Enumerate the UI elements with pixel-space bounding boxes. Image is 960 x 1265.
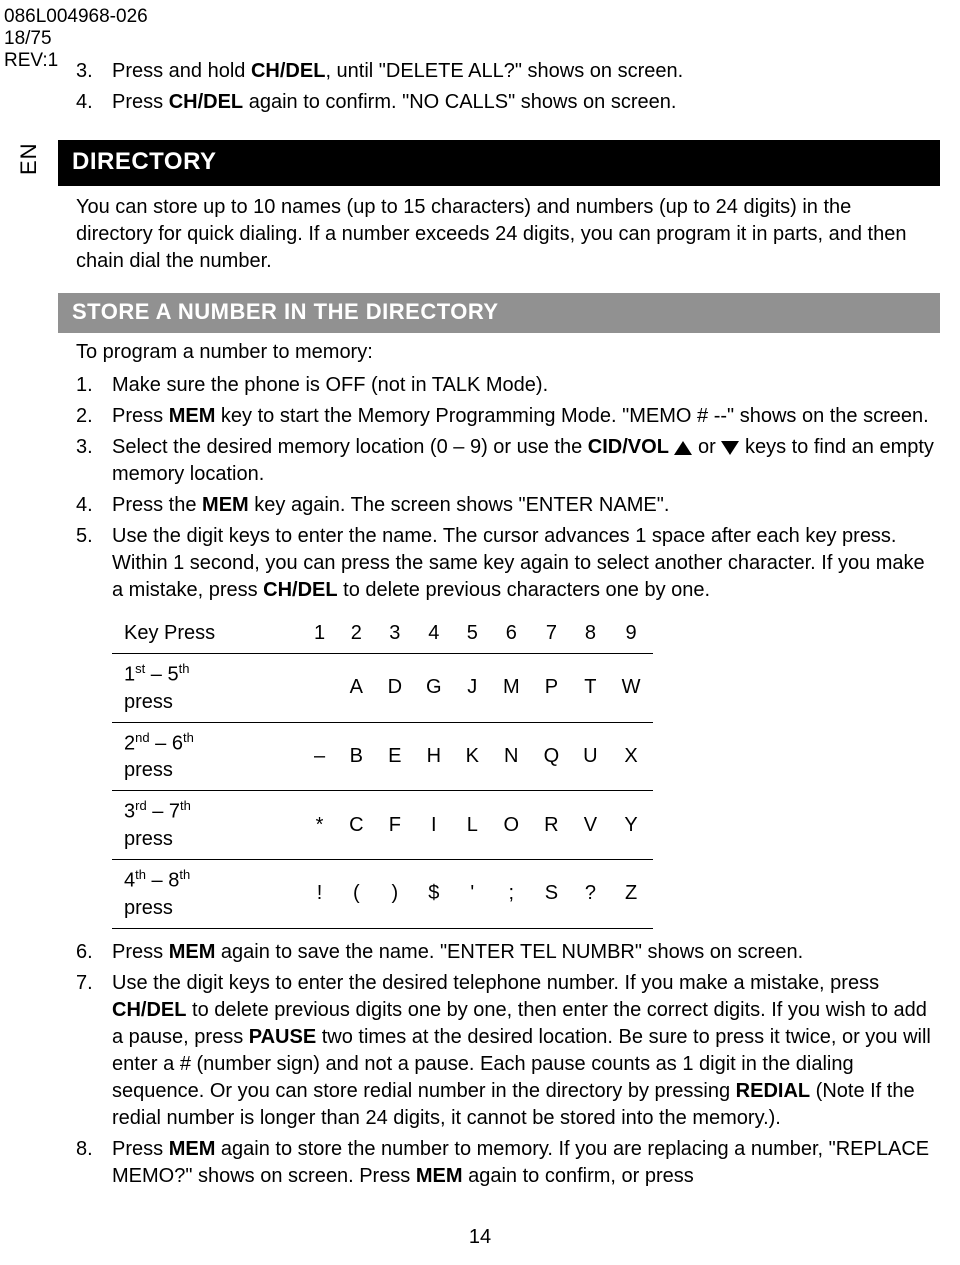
table-header-key: 5 (454, 614, 491, 654)
intro-steps: 3.Press and hold CH/DEL, until "DELETE A… (76, 58, 940, 116)
char-cell: ) (376, 860, 414, 929)
char-cell: $ (414, 860, 454, 929)
char-cell: J (454, 654, 491, 723)
step-number: 1. (76, 372, 112, 399)
step-number: 7. (76, 970, 112, 1132)
page-content: 3.Press and hold CH/DEL, until "DELETE A… (58, 58, 940, 1194)
directory-intro: You can store up to 10 names (up to 15 c… (76, 194, 922, 275)
triangle-down-icon (721, 441, 739, 455)
list-item: 4.Press the MEM key again. The screen sh… (76, 492, 940, 519)
step-text: Press the MEM key again. The screen show… (112, 492, 940, 519)
list-item: 5.Use the digit keys to enter the name. … (76, 523, 940, 604)
step-text: Make sure the phone is OFF (not in TALK … (112, 372, 940, 399)
list-item: 3.Select the desired memory location (0 … (76, 434, 940, 488)
step-number: 4. (76, 89, 112, 116)
char-cell: ; (491, 860, 532, 929)
triangle-up-icon (674, 441, 692, 455)
table-header-key: 8 (571, 614, 609, 654)
char-cell: O (491, 791, 532, 860)
table-row: 4th – 8th press!()$';S?Z (112, 860, 653, 929)
table-header-label: Key Press (112, 614, 302, 654)
doc-code: 086L004968-026 (4, 6, 148, 28)
char-cell: E (376, 722, 414, 791)
step-number: 3. (76, 434, 112, 488)
step-text: Use the digit keys to enter the desired … (112, 970, 940, 1132)
step-text: Press and hold CH/DEL, until "DELETE ALL… (112, 58, 940, 85)
char-cell: L (454, 791, 491, 860)
step-text: Press MEM again to store the number to m… (112, 1136, 940, 1190)
table-header-key: 6 (491, 614, 532, 654)
char-cell: – (302, 722, 337, 791)
step-number: 8. (76, 1136, 112, 1190)
char-cell: U (571, 722, 609, 791)
char-cell: V (571, 791, 609, 860)
step-number: 2. (76, 403, 112, 430)
char-cell: W (610, 654, 653, 723)
step-number: 5. (76, 523, 112, 604)
step-text: Press MEM key to start the Memory Progra… (112, 403, 940, 430)
char-cell: Q (532, 722, 572, 791)
step-text: Press MEM again to save the name. "ENTER… (112, 939, 940, 966)
table-header-key: 1 (302, 614, 337, 654)
list-item: 8.Press MEM again to store the number to… (76, 1136, 940, 1190)
char-cell: K (454, 722, 491, 791)
list-item: 3.Press and hold CH/DEL, until "DELETE A… (76, 58, 940, 85)
char-cell: ! (302, 860, 337, 929)
table-header-key: 4 (414, 614, 454, 654)
step-text: Select the desired memory location (0 – … (112, 434, 940, 488)
char-cell: P (532, 654, 572, 723)
char-cell: Y (610, 791, 653, 860)
char-cell: Z (610, 860, 653, 929)
char-cell: I (414, 791, 454, 860)
char-cell: R (532, 791, 572, 860)
row-label: 1st – 5th press (112, 654, 302, 723)
char-cell: A (337, 654, 375, 723)
step-text: Use the digit keys to enter the name. Th… (112, 523, 940, 604)
table-row: 3rd – 7th press*CFILORVY (112, 791, 653, 860)
table-header-key: 7 (532, 614, 572, 654)
row-label: 4th – 8th press (112, 860, 302, 929)
char-cell: S (532, 860, 572, 929)
step-number: 4. (76, 492, 112, 519)
char-cell: F (376, 791, 414, 860)
char-cell: ( (337, 860, 375, 929)
list-item: 2.Press MEM key to start the Memory Prog… (76, 403, 940, 430)
char-cell: C (337, 791, 375, 860)
page-number: 14 (0, 1224, 960, 1251)
char-cell: M (491, 654, 532, 723)
char-cell: X (610, 722, 653, 791)
table-header-key: 2 (337, 614, 375, 654)
char-cell: ' (454, 860, 491, 929)
list-item: 7.Use the digit keys to enter the desire… (76, 970, 940, 1132)
step-number: 6. (76, 939, 112, 966)
row-label: 2nd – 6th press (112, 722, 302, 791)
list-item: 4.Press CH/DEL again to confirm. "NO CAL… (76, 89, 940, 116)
character-entry-table: Key Press123456789 1st – 5th press ADGJMPT… (112, 614, 653, 929)
char-cell (302, 654, 337, 723)
store-lead: To program a number to memory: (76, 339, 940, 366)
char-cell: T (571, 654, 609, 723)
language-tab: EN (14, 142, 44, 175)
row-label: 3rd – 7th press (112, 791, 302, 860)
list-item: 6.Press MEM again to save the name. "ENT… (76, 939, 940, 966)
char-cell: B (337, 722, 375, 791)
char-cell: * (302, 791, 337, 860)
char-cell: G (414, 654, 454, 723)
table-row: 2nd – 6th press–BEHKNQUX (112, 722, 653, 791)
subsection-heading-store: STORE A NUMBER IN THE DIRECTORY (58, 293, 940, 333)
char-cell: H (414, 722, 454, 791)
store-steps: 1.Make sure the phone is OFF (not in TAL… (76, 372, 940, 604)
step-number: 3. (76, 58, 112, 85)
table-header-key: 9 (610, 614, 653, 654)
doc-page: 18/75 (4, 28, 148, 50)
list-item: 1.Make sure the phone is OFF (not in TAL… (76, 372, 940, 399)
table-row: 1st – 5th press ADGJMPTW (112, 654, 653, 723)
store-steps-continued: 6.Press MEM again to save the name. "ENT… (76, 939, 940, 1190)
step-text: Press CH/DEL again to confirm. "NO CALLS… (112, 89, 940, 116)
table-header-key: 3 (376, 614, 414, 654)
char-cell: ? (571, 860, 609, 929)
section-heading-directory: DIRECTORY (58, 140, 940, 186)
char-cell: D (376, 654, 414, 723)
char-cell: N (491, 722, 532, 791)
